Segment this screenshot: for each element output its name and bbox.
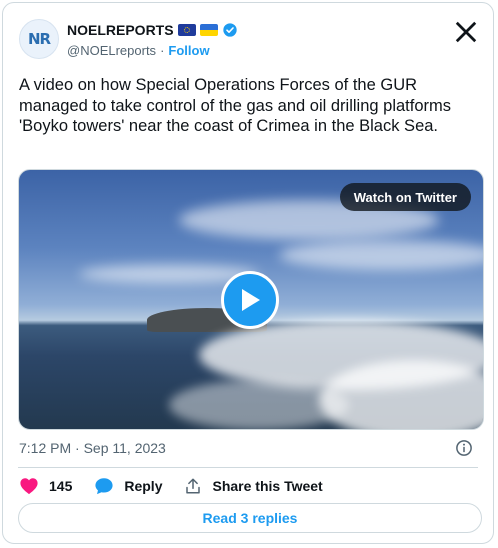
user-info: NOELREPORTS @NOELreports · Follow — [67, 21, 238, 58]
share-icon — [186, 478, 201, 494]
follow-link[interactable]: Follow — [168, 43, 209, 58]
avatar[interactable]: NR — [19, 19, 59, 59]
cloud-shape — [279, 240, 483, 270]
share-label: Share this Tweet — [212, 478, 323, 494]
display-name[interactable]: NOELREPORTS — [67, 22, 174, 38]
tweet-timestamp[interactable]: 7:12 PM · Sep 11, 2023 — [19, 440, 166, 456]
user-handle[interactable]: @NOELreports — [67, 43, 156, 58]
separator-dot: · — [160, 43, 165, 58]
spray-shape — [169, 380, 349, 429]
x-logo-icon[interactable] — [455, 21, 477, 43]
play-button[interactable] — [221, 271, 279, 329]
handle-row: @NOELreports · Follow — [67, 43, 238, 58]
reply-bubble-icon — [95, 478, 113, 495]
tweet-embed-card: NR NOELREPORTS @NOELreports · Follow A v… — [2, 2, 494, 544]
eu-flag-icon — [177, 24, 196, 36]
divider — [18, 467, 478, 468]
avatar-logo-text: NR — [27, 30, 51, 48]
heart-icon — [20, 478, 38, 495]
verified-badge-icon — [222, 23, 237, 37]
reply-label: Reply — [124, 478, 163, 494]
tweet-header: NR NOELREPORTS @NOELreports · Follow — [17, 17, 479, 61]
reply-button[interactable]: Reply — [94, 477, 162, 495]
name-row: NOELREPORTS — [67, 21, 238, 39]
tweet-text: A video on how Special Operations Forces… — [19, 76, 451, 135]
play-icon — [242, 289, 260, 311]
video-thumbnail[interactable]: Watch on Twitter — [18, 169, 484, 430]
read-replies-button[interactable]: Read 3 replies — [18, 503, 482, 533]
info-icon[interactable] — [455, 439, 473, 457]
ukraine-flag-icon — [199, 24, 218, 36]
like-count: 145 — [49, 478, 73, 494]
watch-on-twitter-button[interactable]: Watch on Twitter — [339, 183, 471, 211]
tweet-actions: 145 Reply Share this Tweet — [19, 475, 345, 497]
share-button[interactable]: Share this Tweet — [184, 477, 323, 495]
like-button[interactable]: 145 — [19, 477, 72, 495]
